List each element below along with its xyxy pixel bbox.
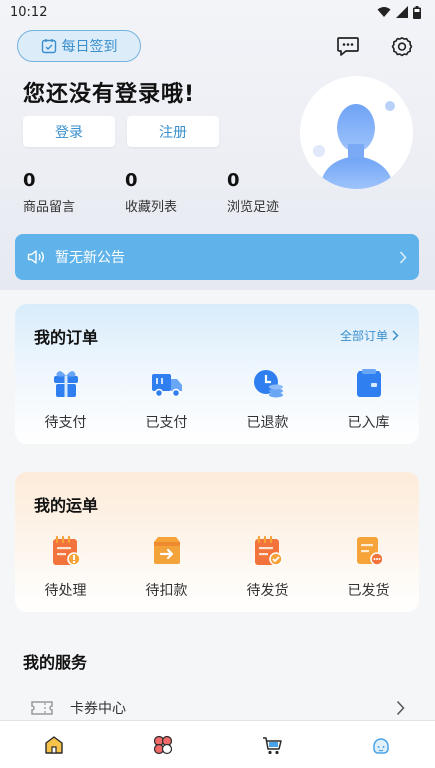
chevron-right-icon (392, 330, 399, 341)
order-in-warehouse[interactable]: 已入库 (318, 366, 419, 432)
chevron-right-icon (396, 700, 405, 716)
tab-category[interactable] (109, 721, 218, 768)
category-icon (154, 735, 173, 754)
stat-value: 0 (227, 170, 240, 191)
orders-card: 我的订单 全部订单 待支付 已支付 已退款 已入库 (15, 304, 419, 444)
tab-cart[interactable] (218, 721, 327, 768)
all-orders-link[interactable]: 全部订单 (340, 327, 399, 344)
chevron-right-icon (399, 250, 407, 264)
stat-history[interactable]: 0 浏览足迹 (227, 170, 279, 215)
register-button[interactable]: 注册 (127, 116, 219, 147)
order-item-label: 待支付 (44, 415, 87, 431)
battery-icon (413, 5, 421, 19)
status-time: 10:12 (10, 4, 48, 20)
service-row-label: 卡券中心 (70, 701, 126, 717)
default-avatar-icon (313, 101, 395, 189)
shipping-card: 我的运单 待处理 待扣款 待发货 已发货 (15, 472, 419, 612)
order-paid[interactable]: 已支付 (116, 366, 217, 432)
stat-label: 浏览足迹 (227, 200, 280, 215)
all-orders-label: 全部订单 (339, 329, 388, 343)
cart-icon (262, 736, 282, 754)
tab-profile[interactable] (326, 721, 435, 768)
shipment-shipped[interactable]: 已发货 (318, 534, 419, 600)
shipment-item-label: 待处理 (44, 583, 87, 599)
pending-notebook-icon (52, 535, 81, 566)
signal-icon (396, 6, 408, 18)
bottom-tab-bar (0, 720, 435, 768)
shipment-to-deduct[interactable]: 待扣款 (116, 534, 217, 600)
services-title: 我的服务 (23, 653, 88, 672)
stat-label: 收藏列表 (125, 200, 178, 215)
order-item-label: 已入库 (347, 415, 390, 431)
to-ship-notebook-icon (254, 535, 283, 566)
gift-box-icon (53, 371, 78, 397)
wifi-icon (377, 7, 391, 17)
ticket-icon (31, 701, 53, 715)
avatar[interactable] (300, 76, 413, 189)
order-pending-payment[interactable]: 待支付 (15, 366, 116, 432)
status-icons (377, 5, 421, 19)
announcement-text: 暂无新公告 (55, 250, 125, 266)
login-button[interactable]: 登录 (23, 116, 115, 147)
tab-home[interactable] (0, 721, 109, 768)
shipment-item-label: 待发货 (246, 583, 289, 599)
shipment-to-ship[interactable]: 待发货 (217, 534, 318, 600)
order-item-label: 已退款 (246, 415, 289, 431)
stat-label: 商品留言 (23, 200, 76, 215)
shipping-title: 我的运单 (34, 496, 99, 515)
stat-comments[interactable]: 0 商品留言 (23, 170, 75, 215)
orders-title: 我的订单 (34, 328, 99, 347)
daily-signin-label: 每日签到 (61, 39, 118, 55)
refund-clock-icon (253, 370, 283, 398)
announcement-bar[interactable]: 暂无新公告 (15, 234, 419, 280)
calendar-check-icon (41, 39, 56, 54)
message-icon[interactable] (336, 34, 360, 58)
shipment-pending[interactable]: 待处理 (15, 534, 116, 600)
order-refunded[interactable]: 已退款 (217, 366, 318, 432)
home-icon (45, 735, 64, 754)
warehouse-bag-icon (356, 369, 381, 397)
profile-icon (372, 737, 389, 754)
shipment-item-label: 已发货 (347, 583, 390, 599)
stat-favorites[interactable]: 0 收藏列表 (125, 170, 177, 215)
stat-value: 0 (23, 170, 36, 191)
login-prompt-title: 您还没有登录哦! (23, 82, 196, 107)
settings-gear-icon[interactable] (390, 34, 414, 58)
shipped-document-icon (356, 537, 384, 566)
deduct-box-icon (153, 537, 180, 564)
status-bar: 10:12 (0, 0, 435, 24)
delivery-truck-icon (151, 374, 182, 398)
shipment-item-label: 待扣款 (145, 583, 188, 599)
stat-value: 0 (125, 170, 138, 191)
daily-signin-button[interactable]: 每日签到 (17, 30, 141, 62)
order-item-label: 已支付 (145, 415, 188, 431)
speaker-icon (27, 250, 44, 264)
